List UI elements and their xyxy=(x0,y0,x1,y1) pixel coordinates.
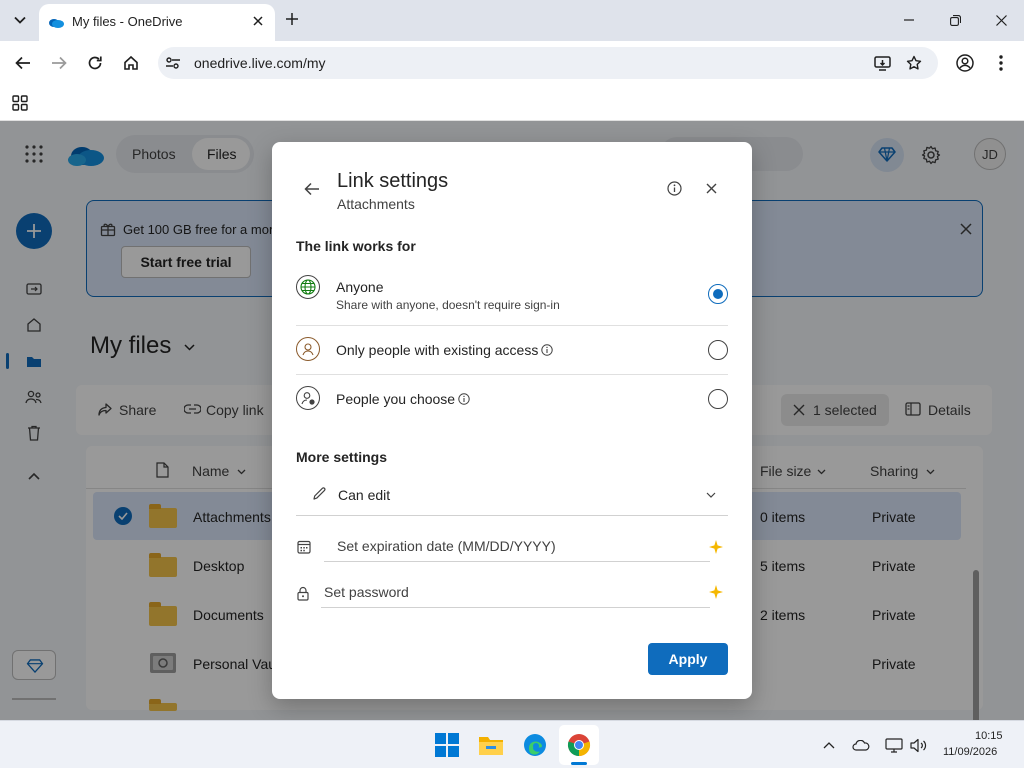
close-dialog-icon[interactable] xyxy=(702,179,720,197)
radio-existing-access[interactable] xyxy=(708,340,728,360)
chrome-taskbar-button[interactable] xyxy=(559,725,599,765)
section-link-works-for: The link works for xyxy=(296,238,416,254)
close-window-icon[interactable] xyxy=(990,10,1012,30)
back-icon[interactable] xyxy=(12,52,34,74)
windows-start-icon[interactable] xyxy=(434,732,460,758)
url-text: onedrive.live.com/my xyxy=(194,55,326,71)
option-anyone[interactable]: Anyone Share with anyone, doesn't requir… xyxy=(296,272,730,324)
divider xyxy=(296,374,728,375)
expiration-date-input[interactable]: Set expiration date (MM/DD/YYYY) xyxy=(324,530,710,562)
bookmarks-bar xyxy=(0,85,1024,121)
browser-tab-strip: My files - OneDrive xyxy=(0,0,1024,41)
info-icon[interactable] xyxy=(665,179,683,197)
browser-menu-icon[interactable] xyxy=(990,52,1012,74)
volume-icon[interactable] xyxy=(908,735,930,755)
close-tab-icon[interactable] xyxy=(249,12,267,30)
edge-browser-icon[interactable] xyxy=(521,731,549,759)
password-input[interactable]: Set password xyxy=(321,576,710,608)
dialog-title: Link settings xyxy=(337,170,449,192)
reload-icon[interactable] xyxy=(84,52,106,74)
new-tab-icon[interactable] xyxy=(282,9,302,29)
active-app-indicator xyxy=(571,762,587,765)
apps-grid-icon[interactable] xyxy=(10,93,30,113)
show-hidden-icons-chevron[interactable] xyxy=(820,736,838,754)
option-label: People you choose xyxy=(336,391,456,407)
site-info-icon[interactable] xyxy=(165,55,181,71)
person-icon xyxy=(296,337,320,361)
clock-time[interactable]: 10:15 xyxy=(975,730,1003,742)
premium-sparkle-icon xyxy=(709,540,723,554)
clock-date[interactable]: 11/09/2026 xyxy=(943,746,997,758)
option-info-icon xyxy=(458,393,470,405)
option-label: Anyone xyxy=(336,279,384,295)
bookmark-star-icon[interactable] xyxy=(904,53,924,73)
tab-title: My files - OneDrive xyxy=(72,14,183,29)
radio-people-you-choose[interactable] xyxy=(708,389,728,409)
option-people-you-choose[interactable]: People you choose xyxy=(296,383,730,415)
minimize-icon[interactable] xyxy=(898,10,920,30)
option-existing-access[interactable]: Only people with existing access xyxy=(296,334,730,366)
divider xyxy=(296,325,728,326)
back-arrow-icon[interactable] xyxy=(300,178,324,200)
onedrive-tray-icon[interactable] xyxy=(850,736,872,754)
install-app-icon[interactable] xyxy=(872,53,892,73)
expiration-placeholder: Set expiration date (MM/DD/YYYY) xyxy=(337,538,556,554)
option-info-icon xyxy=(541,344,553,356)
tab-search-chevron-icon[interactable] xyxy=(8,8,32,32)
apply-button[interactable]: Apply xyxy=(648,643,728,675)
premium-sparkle-icon xyxy=(709,585,723,599)
dialog-subtitle: Attachments xyxy=(337,196,415,212)
lock-icon xyxy=(297,586,309,601)
permission-dropdown[interactable]: Can edit xyxy=(296,478,728,516)
network-icon[interactable] xyxy=(883,735,905,755)
home-icon[interactable] xyxy=(120,52,142,74)
forward-icon[interactable] xyxy=(48,52,70,74)
restore-icon[interactable] xyxy=(944,10,966,30)
windows-taskbar: 10:15 11/09/2026 xyxy=(0,720,1024,768)
onedrive-favicon-icon xyxy=(48,14,64,30)
password-placeholder: Set password xyxy=(324,584,409,600)
link-settings-dialog: Link settings Attachments The link works… xyxy=(272,142,752,699)
calendar-icon xyxy=(297,540,311,554)
address-bar[interactable]: onedrive.live.com/my xyxy=(158,47,938,79)
permission-value: Can edit xyxy=(338,487,391,503)
option-label: Only people with existing access xyxy=(336,342,539,358)
chrome-icon xyxy=(567,734,591,757)
radio-anyone[interactable] xyxy=(708,284,728,304)
option-desc: Share with anyone, doesn't require sign-… xyxy=(336,298,560,312)
chevron-down-icon xyxy=(706,492,716,498)
person-settings-icon xyxy=(296,386,320,410)
globe-icon xyxy=(296,275,320,299)
section-more-settings: More settings xyxy=(296,449,388,465)
browser-tab[interactable]: My files - OneDrive xyxy=(39,4,275,41)
file-explorer-icon[interactable] xyxy=(477,732,505,758)
pencil-icon xyxy=(313,487,326,500)
profile-icon[interactable] xyxy=(954,52,976,74)
